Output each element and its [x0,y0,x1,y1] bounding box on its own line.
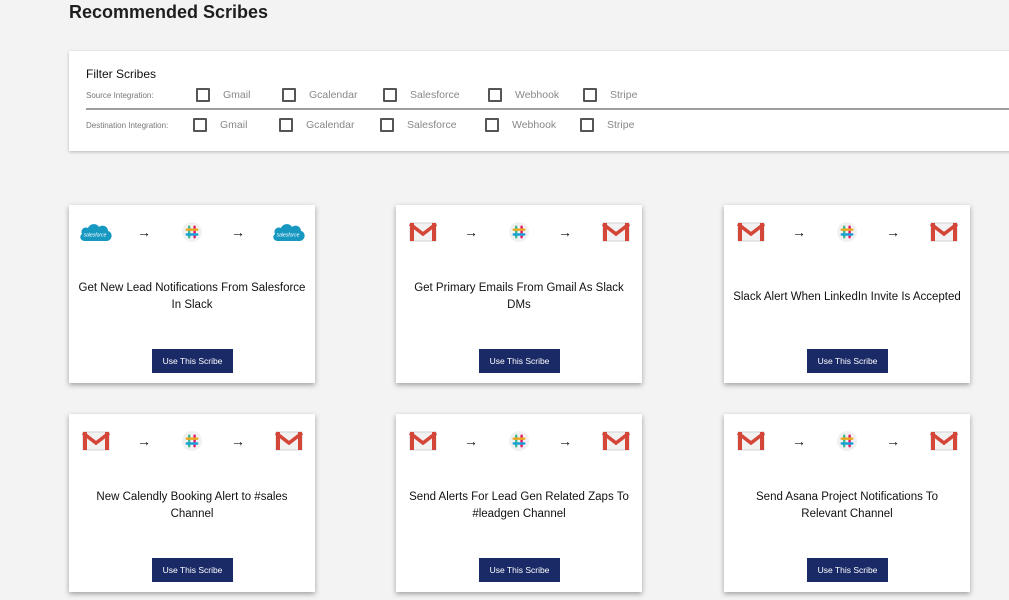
source-salesforce-label: Salesforce [410,89,460,101]
salesforce-logo-icon: salesforce [78,219,114,245]
card-title: Send Asana Project Notifications To Rele… [756,491,938,520]
card-integration-flow: → → [69,428,315,454]
dest-option-gcalendar[interactable]: Gcalendar [279,118,362,132]
card-title: Slack Alert When LinkedIn Invite Is Acce… [733,290,961,303]
arrow-icon: → [886,224,900,240]
scribe-card: → → Get Primary Emails From Gmail As Sla… [396,205,642,383]
card-integration-flow: → → [396,219,642,245]
dest-gmail-checkbox[interactable] [193,118,207,132]
dest-gmail-label: Gmail [220,119,248,131]
source-integration-label: Source Integration: [86,90,154,100]
filter-panel: Filter Scribes Source Integration: Gmail… [69,51,1009,151]
gmail-logo-icon [926,219,962,245]
source-gmail-label: Gmail [223,89,251,101]
use-this-scribe-button[interactable]: Use This Scribe [152,349,233,373]
dest-stripe-checkbox[interactable] [580,118,594,132]
filter-title: Filter Scribes [86,67,157,81]
arrow-icon: → [558,224,572,240]
gmail-logo-icon [733,219,769,245]
arrow-icon: → [792,433,806,449]
slack-logo-icon [179,428,205,454]
source-gmail-checkbox[interactable] [196,88,210,102]
slack-logo-icon [506,219,532,245]
svg-text:salesforce: salesforce [84,233,107,239]
gmail-logo-icon [271,428,307,454]
card-title: Get Primary Emails From Gmail As Slack D… [414,282,624,311]
source-gcalendar-label: Gcalendar [309,89,358,101]
dest-option-gmail[interactable]: Gmail [193,118,261,132]
destination-integration-label: Destination Integration: [86,120,169,130]
gmail-logo-icon [598,219,634,245]
card-title: New Calendly Booking Alert to #sales Cha… [96,491,288,520]
use-this-scribe-button[interactable]: Use This Scribe [807,558,888,582]
page-title: Recommended Scribes [69,2,269,22]
source-option-gmail[interactable]: Gmail [196,88,264,102]
gmail-logo-icon [598,428,634,454]
arrow-icon: → [137,224,151,240]
gmail-logo-icon [733,428,769,454]
dest-option-salesforce[interactable]: Salesforce [380,118,467,132]
arrow-icon: → [231,433,245,449]
source-integration-row: Source Integration: Gmail Gcalendar Sale… [86,84,668,106]
use-this-scribe-button[interactable]: Use This Scribe [479,558,560,582]
source-option-webhook[interactable]: Webhook [488,88,565,102]
filter-divider [86,108,1009,110]
source-option-gcalendar[interactable]: Gcalendar [282,88,365,102]
gmail-logo-icon [78,428,114,454]
use-this-scribe-button[interactable]: Use This Scribe [152,558,233,582]
page: Recommended Scribes Filter Scribes Sourc… [0,0,1009,600]
source-webhook-label: Webhook [515,89,560,101]
scribe-card: salesforce → → salesforce Get New Lead N… [69,205,315,383]
card-integration-flow: → → [724,219,970,245]
arrow-icon: → [886,433,900,449]
card-title: Get New Lead Notifications From Salesfor… [78,282,306,311]
slack-logo-icon [506,428,532,454]
arrow-icon: → [792,224,806,240]
use-this-scribe-button[interactable]: Use This Scribe [807,349,888,373]
dest-webhook-checkbox[interactable] [485,118,499,132]
dest-salesforce-label: Salesforce [407,119,457,131]
source-option-stripe[interactable]: Stripe [583,88,650,102]
card-title: Send Alerts For Lead Gen Related Zaps To… [409,491,629,520]
dest-option-webhook[interactable]: Webhook [485,118,562,132]
source-stripe-checkbox[interactable] [583,88,597,102]
salesforce-logo-icon: salesforce [271,219,307,245]
gmail-logo-icon [926,428,962,454]
source-webhook-checkbox[interactable] [488,88,502,102]
scribe-card: → → Send Alerts For Lead Gen Related Zap… [396,414,642,592]
source-option-salesforce[interactable]: Salesforce [383,88,470,102]
dest-stripe-label: Stripe [607,119,635,131]
scribe-card: → → Slack Alert When LinkedIn Invite Is … [724,205,970,383]
arrow-icon: → [137,433,151,449]
arrow-icon: → [558,433,572,449]
gmail-logo-icon [405,428,441,454]
scribe-card: → → Send Asana Project Notifications To … [724,414,970,592]
card-integration-flow: salesforce → → salesforce [69,219,315,245]
scribe-card: → → New Calendly Booking Alert to #sales… [69,414,315,592]
use-this-scribe-button[interactable]: Use This Scribe [479,349,560,373]
slack-logo-icon [179,219,205,245]
card-integration-flow: → → [724,428,970,454]
gmail-logo-icon [405,219,441,245]
dest-option-stripe[interactable]: Stripe [580,118,647,132]
card-integration-flow: → → [396,428,642,454]
slack-logo-icon [834,219,860,245]
arrow-icon: → [464,224,478,240]
slack-logo-icon [834,428,860,454]
dest-salesforce-checkbox[interactable] [380,118,394,132]
source-gcalendar-checkbox[interactable] [282,88,296,102]
dest-webhook-label: Webhook [512,119,557,131]
source-salesforce-checkbox[interactable] [383,88,397,102]
svg-text:salesforce: salesforce [277,233,300,239]
arrow-icon: → [464,433,478,449]
dest-gcalendar-label: Gcalendar [306,119,355,131]
dest-gcalendar-checkbox[interactable] [279,118,293,132]
source-stripe-label: Stripe [610,89,638,101]
arrow-icon: → [231,224,245,240]
destination-integration-row: Destination Integration: Gmail Gcalendar… [86,114,665,136]
